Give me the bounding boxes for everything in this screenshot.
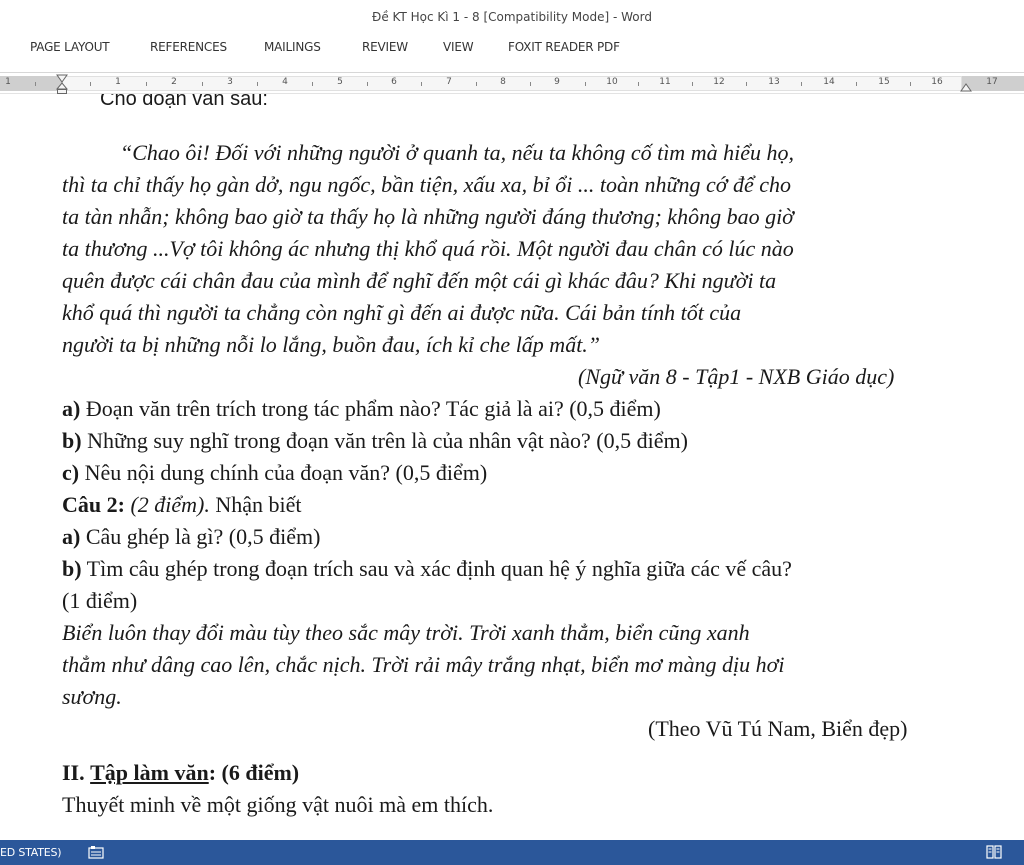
question-2a: a) Câu ghép là gì? (0,5 điểm) xyxy=(62,524,320,550)
ruler-number: 14 xyxy=(823,77,835,87)
tab-mailings[interactable]: MAILINGS xyxy=(264,40,321,54)
section-2-heading: II. Tập làm văn: (6 điểm) xyxy=(62,760,299,786)
ruler-tick xyxy=(746,82,747,86)
tab-view[interactable]: VIEW xyxy=(443,40,474,54)
ruler-tick xyxy=(530,82,531,86)
question-label: c) xyxy=(62,460,80,485)
question-label: Câu 2: xyxy=(62,492,125,517)
ruler-number: 3 xyxy=(227,77,233,87)
ruler-tick xyxy=(90,82,91,86)
tab-review[interactable]: REVIEW xyxy=(362,40,408,54)
ruler-number: 16 xyxy=(931,77,943,87)
passage2-line: Biển luôn thay đổi màu tùy theo sắc mây … xyxy=(62,620,750,645)
ruler-number: 9 xyxy=(554,77,560,87)
ruler-number: 8 xyxy=(500,77,506,87)
section-2-task: Thuyết minh về một giống vật nuôi mà em … xyxy=(62,792,494,817)
question-text: Nhận biết xyxy=(209,492,302,517)
question-1c: c) Nêu nội dung chính của đoạn văn? (0,5… xyxy=(62,460,487,486)
horizontal-ruler[interactable]: 1 1 2 3 4 5 6 7 8 9 10 11 12 13 14 15 16… xyxy=(0,72,1024,94)
ruler-tick xyxy=(367,82,368,86)
question-1b: b) Những suy nghĩ trong đoạn văn trên là… xyxy=(62,428,688,454)
ruler-number: 12 xyxy=(713,77,725,87)
question-1a: a) Đoạn văn trên trích trong tác phẩm nà… xyxy=(62,396,661,422)
title-bar: Đề KT Học Kì 1 - 8 [Compatibility Mode] … xyxy=(0,0,1024,34)
ruler-tick xyxy=(35,82,36,86)
question-label: b) xyxy=(62,428,82,453)
ruler-tick xyxy=(801,82,802,86)
window-title: Đề KT Học Kì 1 - 8 [Compatibility Mode] … xyxy=(372,10,652,24)
intro-text: Cho đoạn văn sau: xyxy=(100,94,268,110)
first-line-indent-marker[interactable] xyxy=(55,74,69,94)
ruler-number: 13 xyxy=(768,77,780,87)
ruler-tick xyxy=(910,82,911,86)
ruler-number: 2 xyxy=(171,77,177,87)
question-2b-points: (1 điểm) xyxy=(62,588,138,613)
question-label: a) xyxy=(62,396,81,421)
ruler-number: 1 xyxy=(115,77,121,87)
passage-line: người ta bị những nỗi lo lắng, buồn đau,… xyxy=(62,332,601,357)
ruler-number: 11 xyxy=(659,77,671,87)
question-text: Tìm câu ghép trong đoạn trích sau và xác… xyxy=(81,556,792,581)
question-text: Câu ghép là gì? (0,5 điểm) xyxy=(80,524,321,549)
ruler-tick xyxy=(421,82,422,86)
section-title: Tập làm văn xyxy=(90,760,209,785)
macro-record-icon[interactable] xyxy=(88,845,104,859)
read-mode-icon[interactable] xyxy=(986,845,1002,859)
right-indent-marker[interactable] xyxy=(959,79,973,93)
source-citation: (Ngữ văn 8 - Tập1 - NXB Giáo dục) xyxy=(578,364,895,389)
question-2-heading: Câu 2: (2 điểm). Nhận biết xyxy=(62,492,302,518)
tab-page-layout[interactable]: PAGE LAYOUT xyxy=(30,40,110,54)
ruler-tick xyxy=(312,82,313,86)
status-bar: ED STATES) xyxy=(0,840,1024,865)
ruler-number: 5 xyxy=(337,77,343,87)
question-label: b) xyxy=(62,556,82,581)
passage-line: “Chao ôi! Đối với những người ở quanh ta… xyxy=(120,140,794,165)
ruler-number: 1 xyxy=(5,77,11,87)
passage-line: quên được cái chân đau của mình để nghĩ … xyxy=(62,268,777,293)
ruler-number: 4 xyxy=(282,77,288,87)
ruler-number: 10 xyxy=(606,77,618,87)
status-language[interactable]: ED STATES) xyxy=(0,846,62,859)
question-2b: b) Tìm câu ghép trong đoạn trích sau và … xyxy=(62,556,792,582)
ruler-tick xyxy=(476,82,477,86)
ruler-tick xyxy=(257,82,258,86)
ruler-tick xyxy=(692,82,693,86)
ribbon-tabs: PAGE LAYOUT REFERENCES MAILINGS REVIEW V… xyxy=(0,34,1024,60)
question-text: Nêu nội dung chính của đoạn văn? (0,5 đi… xyxy=(79,460,488,485)
ruler-number: 6 xyxy=(391,77,397,87)
ruler-number: 15 xyxy=(878,77,890,87)
ruler-tick xyxy=(146,82,147,86)
ruler-tick xyxy=(202,82,203,86)
ruler-tick xyxy=(638,82,639,86)
passage-line: thì ta chỉ thấy họ gàn dở, ngu ngốc, bần… xyxy=(62,172,791,197)
question-text: Đoạn văn trên trích trong tác phẩm nào? … xyxy=(80,396,661,421)
source-citation-2: (Theo Vũ Tú Nam, Biển đẹp) xyxy=(648,716,908,741)
ruler-tick xyxy=(585,82,586,86)
passage-line: ta tàn nhẫn; không bao giờ ta thấy họ là… xyxy=(62,204,794,229)
question-points: (2 điểm). xyxy=(124,492,210,517)
passage-line: ta thương ...Vợ tôi không ác nhưng thị k… xyxy=(62,236,794,261)
ruler-number: 7 xyxy=(446,77,452,87)
passage2-line: sương. xyxy=(62,684,122,709)
ruler-number: 17 xyxy=(986,77,998,87)
section-number: II. xyxy=(62,760,85,785)
tab-foxit-reader-pdf[interactable]: FOXIT READER PDF xyxy=(508,40,620,54)
passage2-line: thẳm như dâng cao lên, chắc nịch. Trời r… xyxy=(62,652,785,677)
question-text: Những suy nghĩ trong đoạn văn trên là củ… xyxy=(81,428,688,453)
ruler-tick xyxy=(856,82,857,86)
section-points: : (6 điểm) xyxy=(208,760,300,785)
tab-references[interactable]: REFERENCES xyxy=(150,40,227,54)
question-label: a) xyxy=(62,524,81,549)
document-page[interactable]: Cho đoạn văn sau: “Chao ôi! Đối với nhữn… xyxy=(0,94,1024,840)
passage-line: khổ quá thì người ta chẳng còn nghĩ gì đ… xyxy=(62,300,742,325)
